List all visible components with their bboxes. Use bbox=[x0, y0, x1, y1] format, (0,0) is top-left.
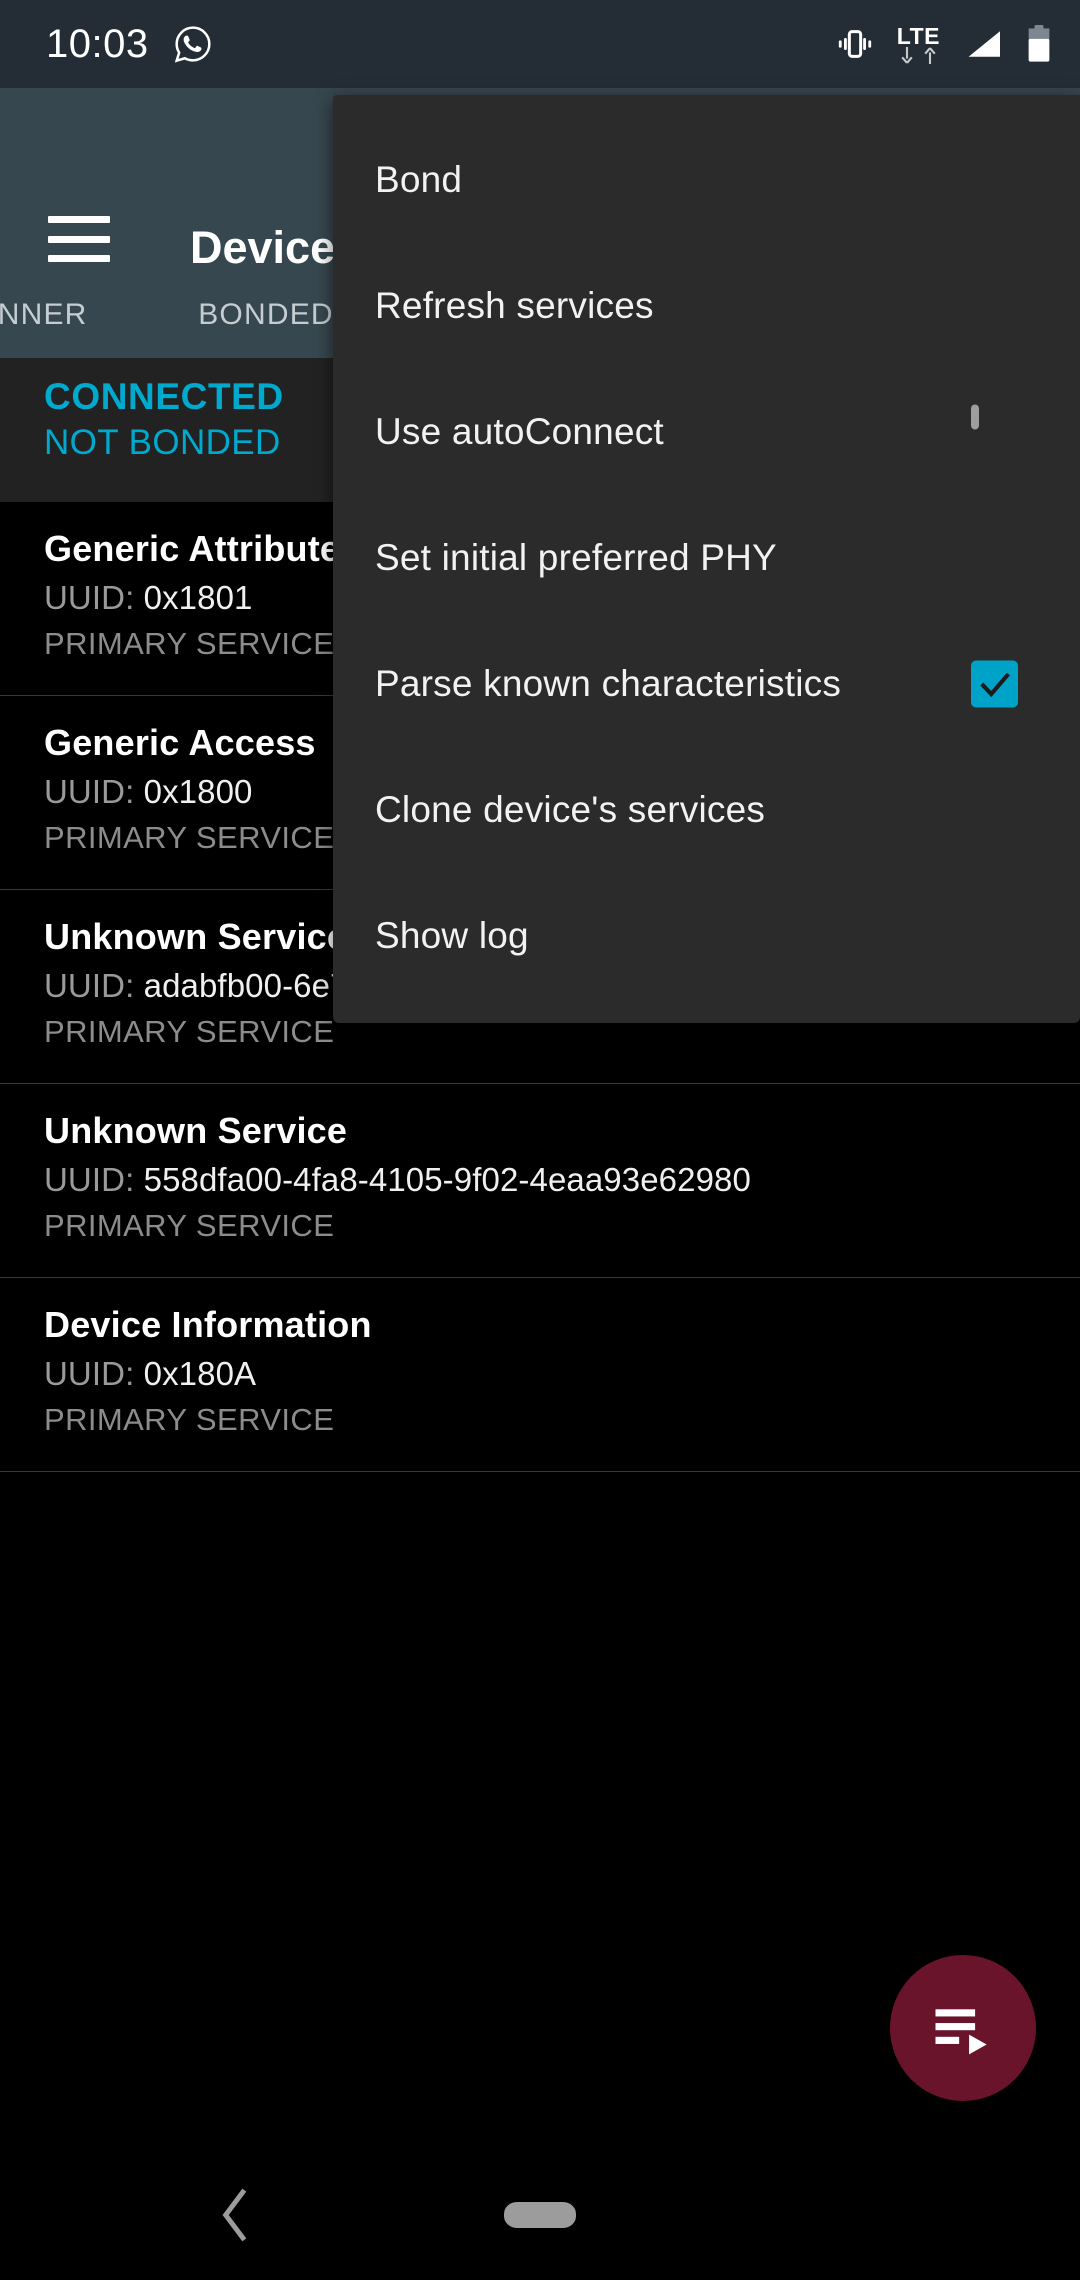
whatsapp-icon bbox=[173, 24, 213, 64]
checkbox-box bbox=[971, 405, 979, 430]
service-type: PRIMARY SERVICE bbox=[44, 1402, 1080, 1438]
menu-item-label: Bond bbox=[375, 159, 462, 201]
checkbox-box bbox=[971, 661, 1018, 708]
menu-item-parse-known-characteristics[interactable]: Parse known characteristics bbox=[333, 621, 1080, 747]
checkbox-checked-icon[interactable] bbox=[971, 661, 1018, 708]
lte-data-arrows bbox=[899, 47, 938, 64]
status-bar-left: 10:03 bbox=[46, 22, 213, 67]
signal-icon bbox=[962, 27, 1004, 61]
home-pill-icon[interactable] bbox=[504, 2202, 576, 2228]
menu-item-label: Parse known characteristics bbox=[375, 663, 841, 705]
lte-label: LTE bbox=[897, 25, 940, 48]
battery-icon bbox=[1026, 25, 1052, 63]
menu-item-set-initial-preferred-phy[interactable]: Set initial preferred PHY bbox=[333, 495, 1080, 621]
service-uuid-value: 0x180A bbox=[144, 1355, 257, 1392]
menu-item-label: Clone device's services bbox=[375, 789, 765, 831]
status-bar-right: LTE bbox=[835, 25, 1052, 64]
status-clock: 10:03 bbox=[46, 22, 149, 67]
lte-icon: LTE bbox=[897, 25, 940, 64]
service-uuid-value: 0x1801 bbox=[144, 579, 253, 616]
service-uuid-label: UUID: bbox=[44, 1161, 134, 1198]
service-uuid-label: UUID: bbox=[44, 773, 134, 810]
checkmark-icon bbox=[976, 665, 1014, 703]
hamburger-bar bbox=[48, 236, 110, 243]
service-list-item[interactable]: Device Information UUID: 0x180A PRIMARY … bbox=[0, 1278, 1080, 1472]
menu-item-clone-devices-services[interactable]: Clone device's services bbox=[333, 747, 1080, 873]
service-uuid-value: 0x1800 bbox=[144, 773, 253, 810]
system-navigation-bar bbox=[0, 2150, 1080, 2280]
overflow-menu: Bond Refresh services Use autoConnect Se… bbox=[333, 95, 1080, 1023]
checkbox-unchecked-icon[interactable] bbox=[971, 409, 1018, 456]
floating-action-button[interactable] bbox=[890, 1955, 1036, 2101]
hamburger-bar bbox=[48, 216, 110, 223]
menu-item-label: Use autoConnect bbox=[375, 411, 664, 453]
service-uuid-row: UUID: 558dfa00-4fa8-4105-9f02-4eaa93e629… bbox=[44, 1161, 1080, 1199]
service-uuid-label: UUID: bbox=[44, 1355, 134, 1392]
hamburger-bar bbox=[48, 255, 110, 262]
menu-item-use-autoconnect[interactable]: Use autoConnect bbox=[333, 369, 1080, 495]
menu-item-show-log[interactable]: Show log bbox=[333, 873, 1080, 999]
service-list-item[interactable]: Unknown Service UUID: 558dfa00-4fa8-4105… bbox=[0, 1084, 1080, 1278]
status-bar: 10:03 LTE bbox=[0, 0, 1080, 88]
vibrate-icon bbox=[835, 27, 875, 61]
menu-item-label: Set initial preferred PHY bbox=[375, 537, 777, 579]
menu-item-label: Refresh services bbox=[375, 285, 654, 327]
service-uuid-label: UUID: bbox=[44, 967, 134, 1004]
menu-item-bond[interactable]: Bond bbox=[333, 117, 1080, 243]
menu-item-label: Show log bbox=[375, 915, 529, 957]
back-chevron-icon[interactable] bbox=[215, 2187, 255, 2243]
service-uuid-value: 558dfa00-4fa8-4105-9f02-4eaa93e62980 bbox=[144, 1161, 751, 1198]
playlist-play-icon bbox=[930, 1995, 996, 2061]
service-type: PRIMARY SERVICE bbox=[44, 1208, 1080, 1244]
service-name: Unknown Service bbox=[44, 1110, 1080, 1152]
hamburger-icon[interactable] bbox=[48, 216, 110, 262]
phone-screen: 10:03 LTE bbox=[0, 0, 1080, 2280]
service-name: Device Information bbox=[44, 1304, 1080, 1346]
menu-item-refresh-services[interactable]: Refresh services bbox=[333, 243, 1080, 369]
service-uuid-row: UUID: 0x180A bbox=[44, 1355, 1080, 1393]
service-uuid-label: UUID: bbox=[44, 579, 134, 616]
